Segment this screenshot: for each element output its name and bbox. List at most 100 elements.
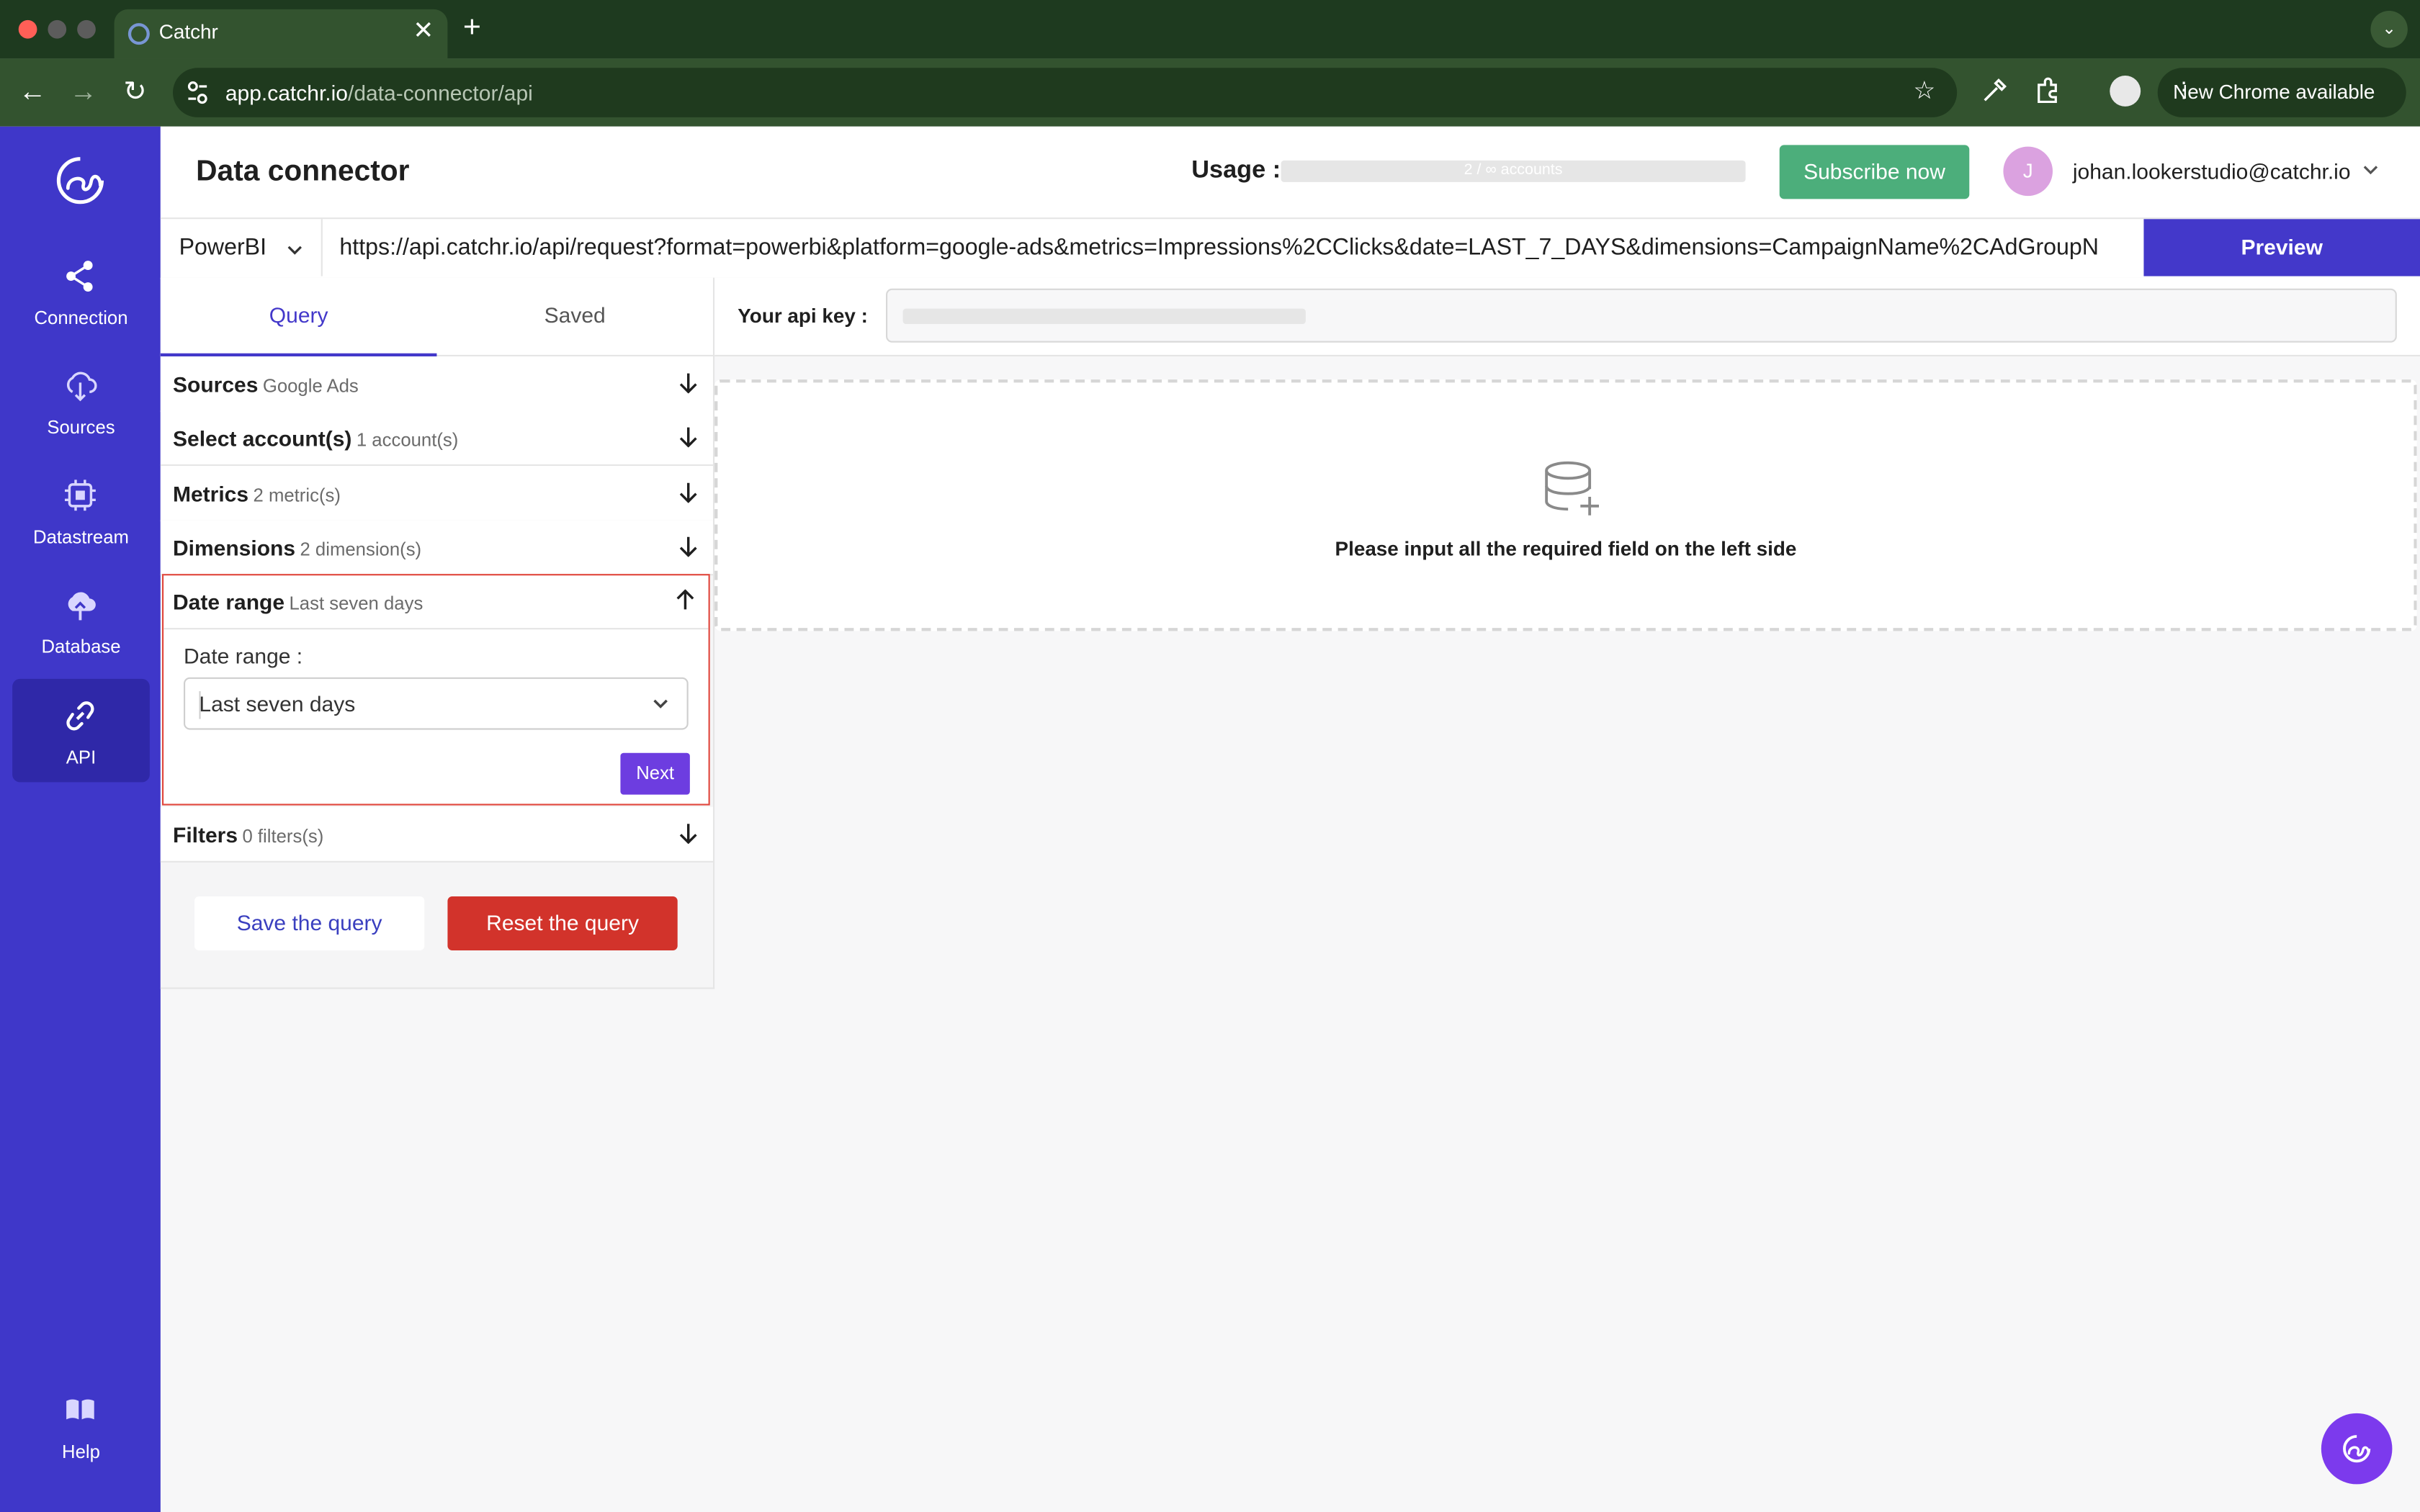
page-title: Data connector (196, 156, 410, 189)
cloud-upload-icon (68, 592, 96, 621)
date-range-label: Date range : (183, 643, 303, 668)
forward-arrow-icon[interactable]: → (69, 76, 97, 108)
sidebar-item-sources[interactable]: Sources (12, 348, 150, 452)
catchr-favicon-icon (127, 23, 150, 45)
new-chrome-available-button[interactable]: New Chrome available ⋮ (2157, 68, 2406, 117)
section-subtitle: 1 account(s) (356, 428, 459, 451)
new-tab-button[interactable]: + (463, 11, 481, 46)
sidebar-item-datastream[interactable]: Datastream (12, 458, 150, 562)
cloud-download-icon (67, 372, 97, 402)
format-select[interactable]: PowerBI (161, 219, 323, 276)
section-subtitle: Last seven days (289, 592, 424, 614)
section-subtitle: 0 filters(s) (242, 825, 324, 847)
profile-avatar-icon[interactable] (2110, 76, 2141, 107)
minimize-window-button[interactable] (48, 19, 67, 39)
section-title: Select account(s) (173, 426, 352, 451)
reset-query-button[interactable]: Reset the query (447, 896, 678, 950)
extensions-puzzle-icon[interactable] (2034, 77, 2062, 105)
arrow-down-icon (679, 427, 697, 448)
usage-bar: 2 / ∞ accounts (1281, 160, 1746, 182)
tab-query[interactable]: Query (160, 278, 437, 356)
sidebar-item-database[interactable]: Database (12, 568, 150, 672)
date-range-select[interactable]: Last seven days (183, 677, 689, 730)
section-title: Filters (173, 822, 238, 847)
user-email[interactable]: johan.lookerstudio@catchr.io (2073, 159, 2351, 184)
chevron-down-icon[interactable] (651, 694, 670, 713)
arrow-down-icon (679, 482, 697, 503)
tab-saved[interactable]: Saved (436, 278, 713, 355)
browser-toolbar: ← → ↻ app.catchr.io/data-connector/api ☆… (0, 58, 2420, 127)
section-date-range: Date range Last seven days Date range : L… (162, 574, 710, 806)
sidebar-item-label: API (66, 747, 97, 769)
section-accounts[interactable]: Select account(s) 1 account(s) (160, 410, 713, 467)
usage-value: 2 / ∞ accounts (1464, 162, 1563, 179)
app-window: Catchr ✕ + ⌄ ← → ↻ app.catchr.io/data-co… (0, 0, 2420, 1512)
browser-tab-bar: Catchr ✕ + ⌄ (0, 0, 2420, 59)
request-url-field[interactable]: https://api.catchr.io/api/request?format… (339, 235, 2133, 261)
section-title: Dimensions (173, 535, 296, 560)
preview-button[interactable]: Preview (2143, 219, 2420, 276)
section-title: Date range (173, 589, 285, 614)
sidebar-item-label: Database (41, 635, 121, 657)
sidebar-item-help[interactable]: Help (12, 1373, 150, 1477)
address-bar[interactable]: app.catchr.io/data-connector/api ☆ (173, 68, 1958, 117)
maximize-window-button[interactable] (77, 19, 96, 39)
sidebar-item-label: Help (62, 1441, 100, 1463)
section-title: Metrics (173, 481, 249, 506)
arrow-up-icon (676, 589, 694, 610)
section-subtitle: Google Ads (262, 374, 359, 397)
eyedropper-extension-icon[interactable] (1980, 77, 2008, 105)
query-panel: Query Saved Sources Google Ads Select acc… (160, 277, 715, 989)
format-value: PowerBI (179, 234, 267, 261)
api-key-label: Your api key : (738, 304, 868, 328)
arrow-down-icon (679, 536, 697, 557)
chrome-menu-icon[interactable]: ⋮ (2173, 77, 2393, 103)
avatar[interactable]: J (2003, 146, 2053, 197)
sidebar-item-label: Connection (34, 307, 128, 329)
chip-icon (64, 480, 96, 511)
chat-support-button[interactable] (2321, 1413, 2393, 1485)
catchr-chat-icon (2343, 1435, 2371, 1463)
date-range-value: Last seven days (199, 691, 356, 716)
browser-tab[interactable]: Catchr ✕ (114, 9, 448, 59)
section-title: Sources (173, 372, 259, 397)
section-dimensions[interactable]: Dimensions 2 dimension(s) (160, 520, 713, 576)
save-query-button[interactable]: Save the query (194, 896, 425, 950)
tab-title: Catchr (158, 19, 218, 44)
sidebar-item-label: Sources (47, 416, 115, 438)
api-key-row: Your api key : (714, 277, 2420, 356)
empty-state-message: Please input all the required field on t… (1335, 536, 1797, 560)
section-date-range-header[interactable]: Date range Last seven days (163, 575, 709, 630)
section-filters[interactable]: Filters 0 filters(s) (160, 806, 713, 863)
arrow-down-icon (679, 824, 697, 845)
sidebar-item-connection[interactable]: Connection (12, 239, 150, 343)
subscribe-now-button[interactable]: Subscribe now (1779, 145, 1970, 199)
reload-icon[interactable]: ↻ (123, 76, 146, 108)
sidebar-item-api[interactable]: API (12, 678, 150, 783)
catchr-logo-icon (56, 157, 104, 204)
chevron-down-icon (287, 246, 302, 255)
tab-search-chevron-icon[interactable]: ⌄ (2370, 11, 2408, 48)
sidebar-item-label: Datastream (33, 526, 129, 548)
section-sources[interactable]: Sources Google Ads (160, 356, 713, 413)
book-icon (66, 1399, 94, 1420)
tab-close-icon[interactable]: ✕ (413, 15, 434, 46)
query-tabs: Query Saved (160, 277, 713, 356)
section-subtitle: 2 dimension(s) (300, 538, 422, 560)
site-settings-icon[interactable] (187, 80, 208, 104)
preview-empty-state: Please input all the required field on t… (714, 379, 2417, 631)
api-key-field[interactable] (886, 288, 2397, 343)
back-arrow-icon[interactable]: ← (19, 76, 47, 108)
page-header: Data connector Usage : 2 / ∞ accounts Su… (160, 126, 2420, 220)
request-url-bar: PowerBI https://api.catchr.io/api/reques… (160, 219, 2420, 279)
chevron-down-icon[interactable] (2362, 161, 2380, 179)
section-metrics[interactable]: Metrics 2 metric(s) (160, 466, 713, 522)
url-text: app.catchr.io/data-connector/api (225, 80, 533, 105)
link-icon (66, 701, 94, 731)
next-button[interactable]: Next (620, 752, 690, 795)
app-sidebar: Connection Sources Datastream Database A… (0, 126, 161, 1512)
select-divider (199, 691, 201, 719)
bookmark-star-icon[interactable]: ☆ (1913, 76, 1935, 107)
database-add-icon (1545, 461, 1599, 516)
close-window-button[interactable] (18, 19, 37, 39)
